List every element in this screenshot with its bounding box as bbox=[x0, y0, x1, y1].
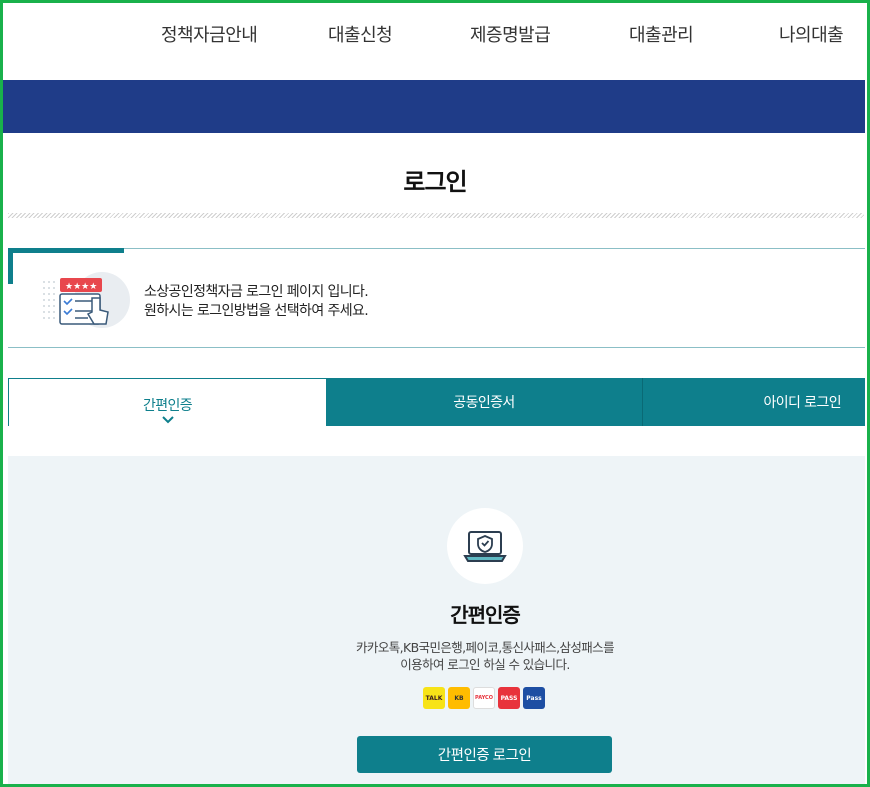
intro-line-2: 원하시는 로그인방법을 선택하여 주세요. bbox=[144, 303, 369, 319]
laptop-shield-icon bbox=[447, 508, 523, 584]
header-banner bbox=[3, 80, 865, 133]
intro-message: 소상공인정책자금 로그인 페이지 입니다. 원하시는 로그인방법을 선택하여 주… bbox=[144, 283, 369, 321]
simple-auth-login-button[interactable]: 간편인증 로그인 bbox=[357, 736, 612, 773]
intro-line-1: 소상공인정책자금 로그인 페이지 입니다. bbox=[144, 284, 369, 300]
kakao-talk-icon: TALK bbox=[423, 687, 445, 709]
samsung-pass-icon: Pass bbox=[523, 687, 545, 709]
payco-icon: PAYCO bbox=[473, 687, 495, 709]
tab-joint-certificate-label: 공동인증서 bbox=[453, 395, 515, 411]
auth-provider-list: TALK KB PAYCO PASS Pass bbox=[423, 687, 545, 709]
nav-item-certificate[interactable]: 제증명발급 bbox=[470, 21, 551, 47]
svg-text:★★★★: ★★★★ bbox=[65, 282, 97, 292]
tab-simple-auth[interactable]: 간편인증 bbox=[8, 378, 326, 426]
tab-simple-auth-label: 간편인증 bbox=[142, 398, 193, 414]
nav-item-policy-fund[interactable]: 정책자금안내 bbox=[161, 21, 258, 47]
panel-description: 카카오톡,KB국민은행,페이코,통신사패스,삼성패스를 이용하여 로그인 하실 … bbox=[0, 639, 870, 673]
checklist-illustration-icon: ★★★★ bbox=[40, 268, 132, 330]
panel-title: 간편인증 bbox=[450, 603, 521, 627]
nav-item-loan-apply[interactable]: 대출신청 bbox=[328, 21, 393, 47]
kb-icon: KB bbox=[448, 687, 470, 709]
chevron-down-icon bbox=[162, 416, 174, 424]
tab-joint-certificate[interactable]: 공동인증서 bbox=[326, 378, 642, 426]
page-title: 로그인 bbox=[403, 168, 467, 196]
intro-box bbox=[8, 248, 865, 348]
title-divider bbox=[8, 213, 864, 218]
pass-icon: PASS bbox=[498, 687, 520, 709]
tab-id-login-label: 아이디 로그인 bbox=[763, 395, 841, 411]
panel-description-line-2: 이용하여 로그인 하실 수 있습니다. bbox=[400, 657, 570, 672]
panel-description-line-1: 카카오톡,KB국민은행,페이코,통신사패스,삼성패스를 bbox=[356, 640, 615, 655]
nav-item-my-loan[interactable]: 나의대출 bbox=[779, 21, 844, 47]
nav-item-loan-manage[interactable]: 대출관리 bbox=[629, 21, 694, 47]
intro-accent-bar-vertical bbox=[8, 248, 13, 284]
tab-id-login[interactable]: 아이디 로그인 bbox=[642, 378, 865, 426]
intro-accent-bar bbox=[8, 248, 124, 253]
top-navigation: 정책자금안내 대출신청 제증명발급 대출관리 나의대출 bbox=[3, 3, 867, 80]
